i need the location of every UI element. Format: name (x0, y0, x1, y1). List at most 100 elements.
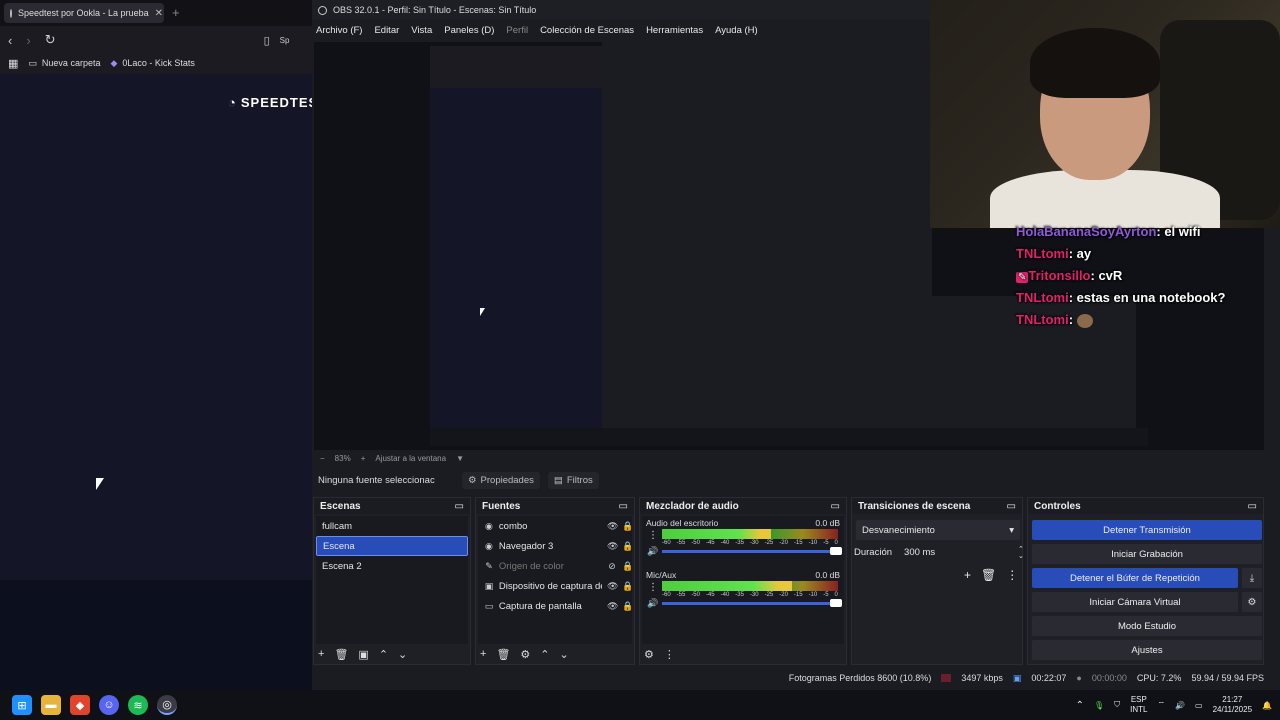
back-icon[interactable]: ‹ (8, 33, 12, 48)
reload-icon[interactable]: ↻ (45, 32, 56, 48)
start-recording-button[interactable]: Iniciar Grabación (1032, 544, 1262, 564)
menu-herramientas[interactable]: Herramientas (646, 25, 703, 36)
person-hair (1030, 28, 1160, 98)
volume-slider[interactable] (662, 547, 842, 555)
bookmark-nueva-carpeta[interactable]: ▭ Nueva carpeta (28, 58, 100, 69)
meter-tick-label: -50 (691, 540, 700, 546)
chevron-up-icon[interactable]: ⌃ (1076, 700, 1084, 711)
kebab-menu-icon[interactable]: ⋮ (648, 530, 658, 541)
battery-icon[interactable]: ▭ (1195, 701, 1203, 710)
gear-icon: ⚙ (468, 474, 477, 486)
add-icon[interactable]: + (318, 648, 324, 660)
speaker-icon[interactable]: 🔊 (647, 598, 658, 609)
chevron-down-icon[interactable]: ▼ (456, 454, 464, 463)
stop-streaming-button[interactable]: Detener Transmisión (1032, 520, 1262, 540)
windows-start-icon[interactable]: ⊞ (12, 695, 32, 715)
browser-tab[interactable]: Speedtest por Ookla - La prueba ✕ (4, 3, 164, 23)
spotify-icon[interactable]: ≋ (128, 695, 148, 715)
up-arrow-icon[interactable]: ⌃ (379, 648, 388, 661)
stepper-icon[interactable]: ⌃ ⌄ (1018, 546, 1024, 560)
wifi-icon[interactable]: ⌔ (1158, 700, 1166, 710)
discord-icon[interactable]: ☺ (99, 695, 119, 715)
filters-button[interactable]: ▤ Filtros (547, 471, 599, 489)
eye-icon[interactable]: 👁 (607, 541, 618, 552)
eye-hidden-icon[interactable]: ⊘ (607, 561, 617, 572)
volume-knob[interactable] (830, 547, 842, 555)
add-icon[interactable]: + (964, 568, 971, 582)
eye-icon[interactable]: 👁 (607, 581, 618, 592)
virtual-camera-gear-icon[interactable]: ⚙ (1242, 592, 1262, 612)
stop-replay-buffer-button[interactable]: Detener el Búfer de Repetición (1032, 568, 1238, 588)
lock-icon[interactable]: 🔒 (622, 521, 633, 532)
kebab-menu-icon[interactable]: ⋮ (648, 582, 658, 593)
volume-slider[interactable] (662, 599, 842, 607)
forward-icon[interactable]: › (26, 33, 30, 48)
zoom-out-button[interactable]: − (320, 454, 325, 463)
add-icon[interactable]: + (480, 648, 486, 660)
new-tab-button[interactable]: + (172, 5, 180, 20)
trash-icon[interactable]: 🗑 (496, 648, 510, 661)
menu-ayuda[interactable]: Ayuda (H) (715, 25, 758, 36)
menu-editar[interactable]: Editar (374, 25, 399, 36)
lock-icon[interactable]: 🔒 (622, 561, 633, 572)
undock-icon[interactable]: ▭ (1007, 501, 1016, 512)
apps-grid-icon[interactable]: ▦ (8, 57, 18, 70)
microphone-icon[interactable]: 🎙 (1094, 701, 1104, 710)
security-icon[interactable]: ⛉ (1114, 700, 1120, 710)
undock-icon[interactable]: ▭ (1248, 501, 1257, 512)
menu-perfil[interactable]: Perfil (506, 25, 528, 36)
brave-browser-icon[interactable]: ◆ (70, 695, 90, 715)
volume-icon[interactable]: 🔊 (1175, 701, 1185, 710)
bookmark-kick-stats[interactable]: ◆ 0Laco - Kick Stats (110, 58, 194, 69)
studio-mode-button[interactable]: Modo Estudio (1032, 616, 1262, 636)
duration-input[interactable]: 300 ms (900, 544, 1011, 561)
browser-tabbar: Speedtest por Ookla - La prueba ✕ + (0, 0, 312, 26)
menu-coleccion[interactable]: Colección de Escenas (540, 25, 634, 36)
eye-icon[interactable]: 👁 (607, 521, 618, 532)
bookmark-icon[interactable]: ▯ (264, 34, 270, 47)
lock-icon[interactable]: 🔒 (622, 581, 633, 592)
undock-icon[interactable]: ▭ (455, 501, 464, 512)
start-virtual-camera-button[interactable]: Iniciar Cámara Virtual (1032, 592, 1238, 612)
trash-icon[interactable]: 🗑 (981, 568, 996, 582)
settings-button[interactable]: Ajustes (1032, 640, 1262, 660)
kebab-menu-icon[interactable]: ⋮ (1006, 568, 1018, 582)
filter-icon[interactable]: ▣ (358, 648, 368, 661)
obs-taskbar-icon[interactable]: ◎ (157, 695, 177, 715)
file-explorer-icon[interactable]: ▬ (41, 695, 61, 715)
menu-paneles[interactable]: Paneles (D) (444, 25, 494, 36)
save-replay-download-icon[interactable]: ⤓ (1242, 568, 1262, 588)
menu-vista[interactable]: Vista (411, 25, 432, 36)
up-arrow-icon[interactable]: ⌃ (540, 648, 549, 661)
menu-archivo[interactable]: Archivo (F) (316, 25, 362, 36)
transition-select[interactable]: Desvanecimiento ▾ (856, 520, 1020, 540)
language-indicator[interactable]: ESP INTL (1130, 695, 1147, 715)
volume-knob[interactable] (830, 599, 842, 607)
undock-icon[interactable]: ▭ (619, 501, 628, 512)
scene-item-selected[interactable]: Escena (316, 536, 468, 556)
lock-icon[interactable]: 🔒 (622, 601, 633, 612)
kebab-menu-icon[interactable]: ⋮ (664, 648, 675, 661)
eye-icon[interactable]: 👁 (607, 601, 618, 612)
clock[interactable]: 21:27 24/11/2025 (1213, 695, 1252, 715)
gear-icon[interactable]: ⚙ (520, 648, 530, 661)
notification-bell-icon[interactable]: 🔔 (1262, 701, 1272, 710)
down-arrow-icon[interactable]: ⌄ (560, 648, 569, 661)
fit-window-label[interactable]: Ajustar a la ventana (375, 454, 446, 463)
zoom-in-button[interactable]: + (361, 454, 366, 463)
source-item[interactable]: ◉ Navegador 3 👁 🔒 (478, 536, 633, 556)
source-item[interactable]: ▣ Dispositivo de captura de 👁 🔒 (478, 576, 634, 596)
undock-icon[interactable]: ▭ (831, 501, 840, 512)
source-item[interactable]: ✎ Origen de color ⊘ 🔒 (478, 556, 633, 576)
speaker-icon[interactable]: 🔊 (647, 546, 658, 557)
trash-icon[interactable]: 🗑 (334, 648, 348, 661)
lock-icon[interactable]: 🔒 (622, 541, 633, 552)
source-item[interactable]: ◉ combo 👁 🔒 (478, 516, 633, 536)
scene-item[interactable]: fullcam (316, 516, 468, 536)
advanced-audio-gear-icon[interactable]: ⚙ (644, 648, 654, 661)
scene-item[interactable]: Escena 2 (316, 556, 468, 576)
properties-button[interactable]: ⚙ Propiedades (462, 471, 540, 489)
down-arrow-icon[interactable]: ⌄ (398, 648, 407, 661)
source-item[interactable]: ▭ Captura de pantalla 👁 🔒 (478, 596, 634, 616)
close-tab-icon[interactable]: ✕ (155, 8, 163, 19)
